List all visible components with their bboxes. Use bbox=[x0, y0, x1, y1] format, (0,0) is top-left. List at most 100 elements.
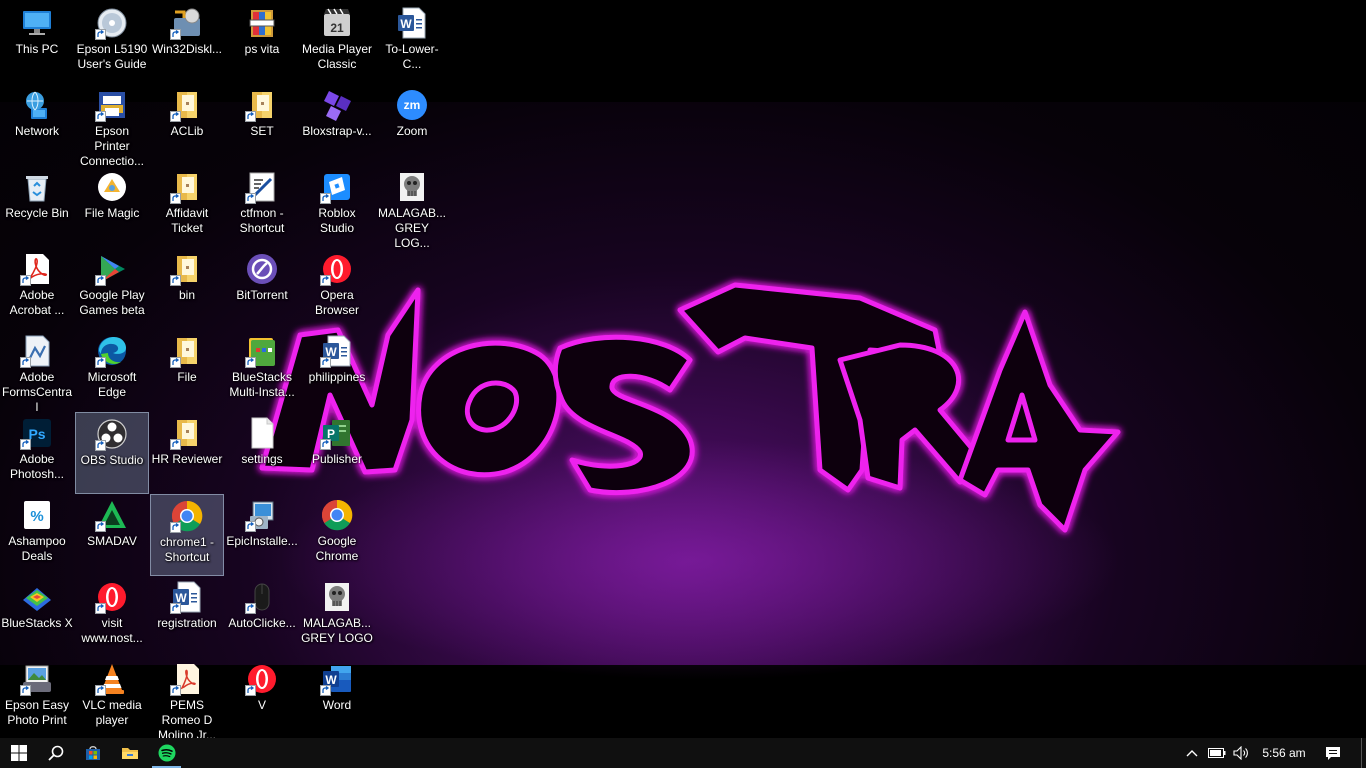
shortcut-arrow-icon bbox=[245, 193, 256, 204]
desktop-icon-google-chrome[interactable]: Google Chrome bbox=[300, 494, 374, 576]
desktop-icon-set[interactable]: SET bbox=[225, 84, 299, 166]
desktop-icon-bluestacks-multi-insta[interactable]: BlueStacks Multi-Insta... bbox=[225, 330, 299, 412]
show-hidden-icons-button[interactable] bbox=[1182, 738, 1202, 768]
desktop-icon-label: Network bbox=[14, 124, 59, 138]
desktop-icon-label: Bloxstrap-v... bbox=[302, 124, 372, 138]
bloxstrap-icon bbox=[320, 88, 354, 122]
notifications-icon bbox=[1326, 746, 1340, 760]
desktop-icon-malagab-grey-logo[interactable]: MALAGAB... GREY LOGO bbox=[300, 576, 374, 658]
desktop-icon-label: Google Play Games beta bbox=[79, 288, 145, 317]
desktop-icon-to-lower-c[interactable]: W To-Lower-C... bbox=[375, 2, 449, 84]
desktop-icon-label: File Magic bbox=[84, 206, 140, 220]
shortcut-arrow-icon bbox=[95, 603, 106, 614]
desktop-icon-label: Ashampoo Deals bbox=[8, 534, 66, 563]
desktop-icon-bittorrent[interactable]: BitTorrent bbox=[225, 248, 299, 330]
desktop-icon-label: ACLib bbox=[170, 124, 204, 138]
bluestacks-x-icon bbox=[20, 580, 54, 614]
desktop-icon-file[interactable]: File bbox=[150, 330, 224, 412]
desktop-icon-label: bin bbox=[178, 288, 195, 302]
desktop-icon-bin[interactable]: bin bbox=[150, 248, 224, 330]
shortcut-arrow-icon bbox=[170, 193, 181, 204]
desktop-icon-media-player-classic[interactable]: 21 Media Player Classic bbox=[300, 2, 374, 84]
desktop-icon-malagab-grey-log[interactable]: MALAGAB... GREY LOG... bbox=[375, 166, 449, 250]
desktop-icon-label: BlueStacks X bbox=[1, 616, 73, 630]
desktop-icon-affidavit-ticket[interactable]: Affidavit Ticket bbox=[150, 166, 224, 248]
desktop-icon-chrome1-shortcut[interactable]: chrome1 - Shortcut bbox=[150, 494, 224, 576]
recycle-bin-icon bbox=[20, 170, 54, 204]
desktop-icon-label: Win32Diskl... bbox=[151, 42, 222, 56]
start-button[interactable] bbox=[0, 738, 37, 768]
desktop-icon-recycle-bin[interactable]: Recycle Bin bbox=[0, 166, 74, 248]
desktop-icon-epson-easy-photo-print[interactable]: Epson Easy Photo Print bbox=[0, 658, 74, 740]
desktop-icon-philippines[interactable]: Wphilippines bbox=[300, 330, 374, 412]
desktop-icon-ps-vita[interactable]: ps vita bbox=[225, 2, 299, 84]
desktop-icon-adobe-acrobat[interactable]: Adobe Acrobat ... bbox=[0, 248, 74, 330]
desktop-icon-win32diskl[interactable]: Win32Diskl... bbox=[150, 2, 224, 84]
desktop-icon-hr-reviewer[interactable]: HR Reviewer bbox=[150, 412, 224, 494]
desktop-icon-ctfmon-shortcut[interactable]: ctfmon - Shortcut bbox=[225, 166, 299, 248]
desktop-icon-this-pc[interactable]: This PC bbox=[0, 2, 74, 84]
action-center-button[interactable] bbox=[1320, 738, 1346, 768]
volume-button[interactable] bbox=[1230, 738, 1252, 768]
desktop-icon-pems-romeo-d-molino-jr[interactable]: PEMS Romeo D Molino Jr... bbox=[150, 658, 224, 742]
desktop-icon-roblox-studio[interactable]: Roblox Studio bbox=[300, 166, 374, 248]
desktop-icon-adobe-formscentral[interactable]: Adobe FormsCentral bbox=[0, 330, 74, 414]
desktop-icon-word[interactable]: W Word bbox=[300, 658, 374, 740]
desktop-icon-autoclicke[interactable]: AutoClicke... bbox=[225, 576, 299, 658]
desktop-icon-label: VLC media player bbox=[82, 698, 142, 727]
shortcut-arrow-icon bbox=[245, 111, 256, 122]
desktop-icon-label: visit www.nost... bbox=[81, 616, 143, 645]
desktop-icon-obs-studio[interactable]: OBS Studio bbox=[75, 412, 149, 494]
desktop-icon-label: MALAGAB... GREY LOGO bbox=[301, 616, 373, 645]
desktop-icon-epicinstalle[interactable]: EpicInstalle... bbox=[225, 494, 299, 576]
shortcut-arrow-icon bbox=[320, 193, 331, 204]
desktop-icon-label: BitTorrent bbox=[236, 288, 288, 302]
start-button-icon bbox=[10, 745, 27, 761]
desktop-icon-settings[interactable]: settings bbox=[225, 412, 299, 494]
taskbar-clock[interactable]: 5:56 am bbox=[1256, 738, 1312, 768]
obs-icon bbox=[95, 417, 129, 451]
desktop-icon-network[interactable]: Network bbox=[0, 84, 74, 166]
desktop-icon-adobe-photosh[interactable]: Ps Adobe Photosh... bbox=[0, 412, 74, 494]
desktop-icon-label: Media Player Classic bbox=[301, 42, 373, 71]
desktop-icon-label: Adobe Acrobat ... bbox=[9, 288, 65, 317]
desktop-icon-publisher[interactable]: P Publisher bbox=[300, 412, 374, 494]
play-games-icon bbox=[95, 252, 129, 286]
desktop-icon-label: Recycle Bin bbox=[5, 206, 69, 220]
desktop-icon-smadav[interactable]: SMADAV bbox=[75, 494, 149, 576]
desktop-icon-epson-printer-connectio[interactable]: Epson Printer Connectio... bbox=[75, 84, 149, 168]
desktop-icon-registration[interactable]: Wregistration bbox=[150, 576, 224, 658]
desktop-icon-google-play-games-beta[interactable]: Google Play Games beta bbox=[75, 248, 149, 330]
word-doc-icon: W bbox=[170, 580, 204, 614]
desktop-icon-zoom[interactable]: zm Zoom bbox=[375, 84, 449, 166]
search-button[interactable] bbox=[37, 738, 74, 768]
desktop-icon-label: Opera Browser bbox=[314, 288, 359, 317]
desktop-icon-opera-browser[interactable]: Opera Browser bbox=[300, 248, 374, 330]
ashampoo-icon: % bbox=[20, 498, 54, 532]
edge-icon bbox=[95, 334, 129, 368]
desktop-icon-visit-www-nost[interactable]: visit www.nost... bbox=[75, 576, 149, 658]
desktop-icon-ashampoo-deals[interactable]: % Ashampoo Deals bbox=[0, 494, 74, 576]
skull-icon bbox=[395, 170, 429, 204]
desktop-icon-file-magic[interactable]: File Magic bbox=[75, 166, 149, 248]
shortcut-arrow-icon bbox=[20, 357, 31, 368]
chevron-up-icon bbox=[1186, 750, 1198, 757]
file-explorer-button[interactable] bbox=[111, 738, 148, 768]
show-desktop-button[interactable] bbox=[1361, 738, 1366, 768]
desktop-icon-aclib[interactable]: ACLib bbox=[150, 84, 224, 166]
desktop-icon-bloxstrap-v[interactable]: Bloxstrap-v... bbox=[300, 84, 374, 166]
desktop-icon-vlc-media-player[interactable]: VLC media player bbox=[75, 658, 149, 740]
desktop-icon-label: To-Lower-C... bbox=[385, 42, 439, 71]
spotify-button[interactable] bbox=[148, 738, 185, 768]
network-icon bbox=[20, 88, 54, 122]
battery-button[interactable] bbox=[1206, 738, 1228, 768]
chrome-icon bbox=[170, 499, 204, 533]
shortcut-arrow-icon bbox=[170, 275, 181, 286]
desktop-icon-epson-l5190-user-s-guide[interactable]: Epson L5190 User's Guide bbox=[75, 2, 149, 84]
desktop-icon-label: This PC bbox=[15, 42, 59, 56]
store-button[interactable] bbox=[74, 738, 111, 768]
desktop-icon-label: File bbox=[177, 370, 197, 384]
desktop-icon-bluestacks-x[interactable]: BlueStacks X bbox=[0, 576, 74, 658]
desktop-icon-v[interactable]: V bbox=[225, 658, 299, 740]
desktop-icon-microsoft-edge[interactable]: Microsoft Edge bbox=[75, 330, 149, 412]
